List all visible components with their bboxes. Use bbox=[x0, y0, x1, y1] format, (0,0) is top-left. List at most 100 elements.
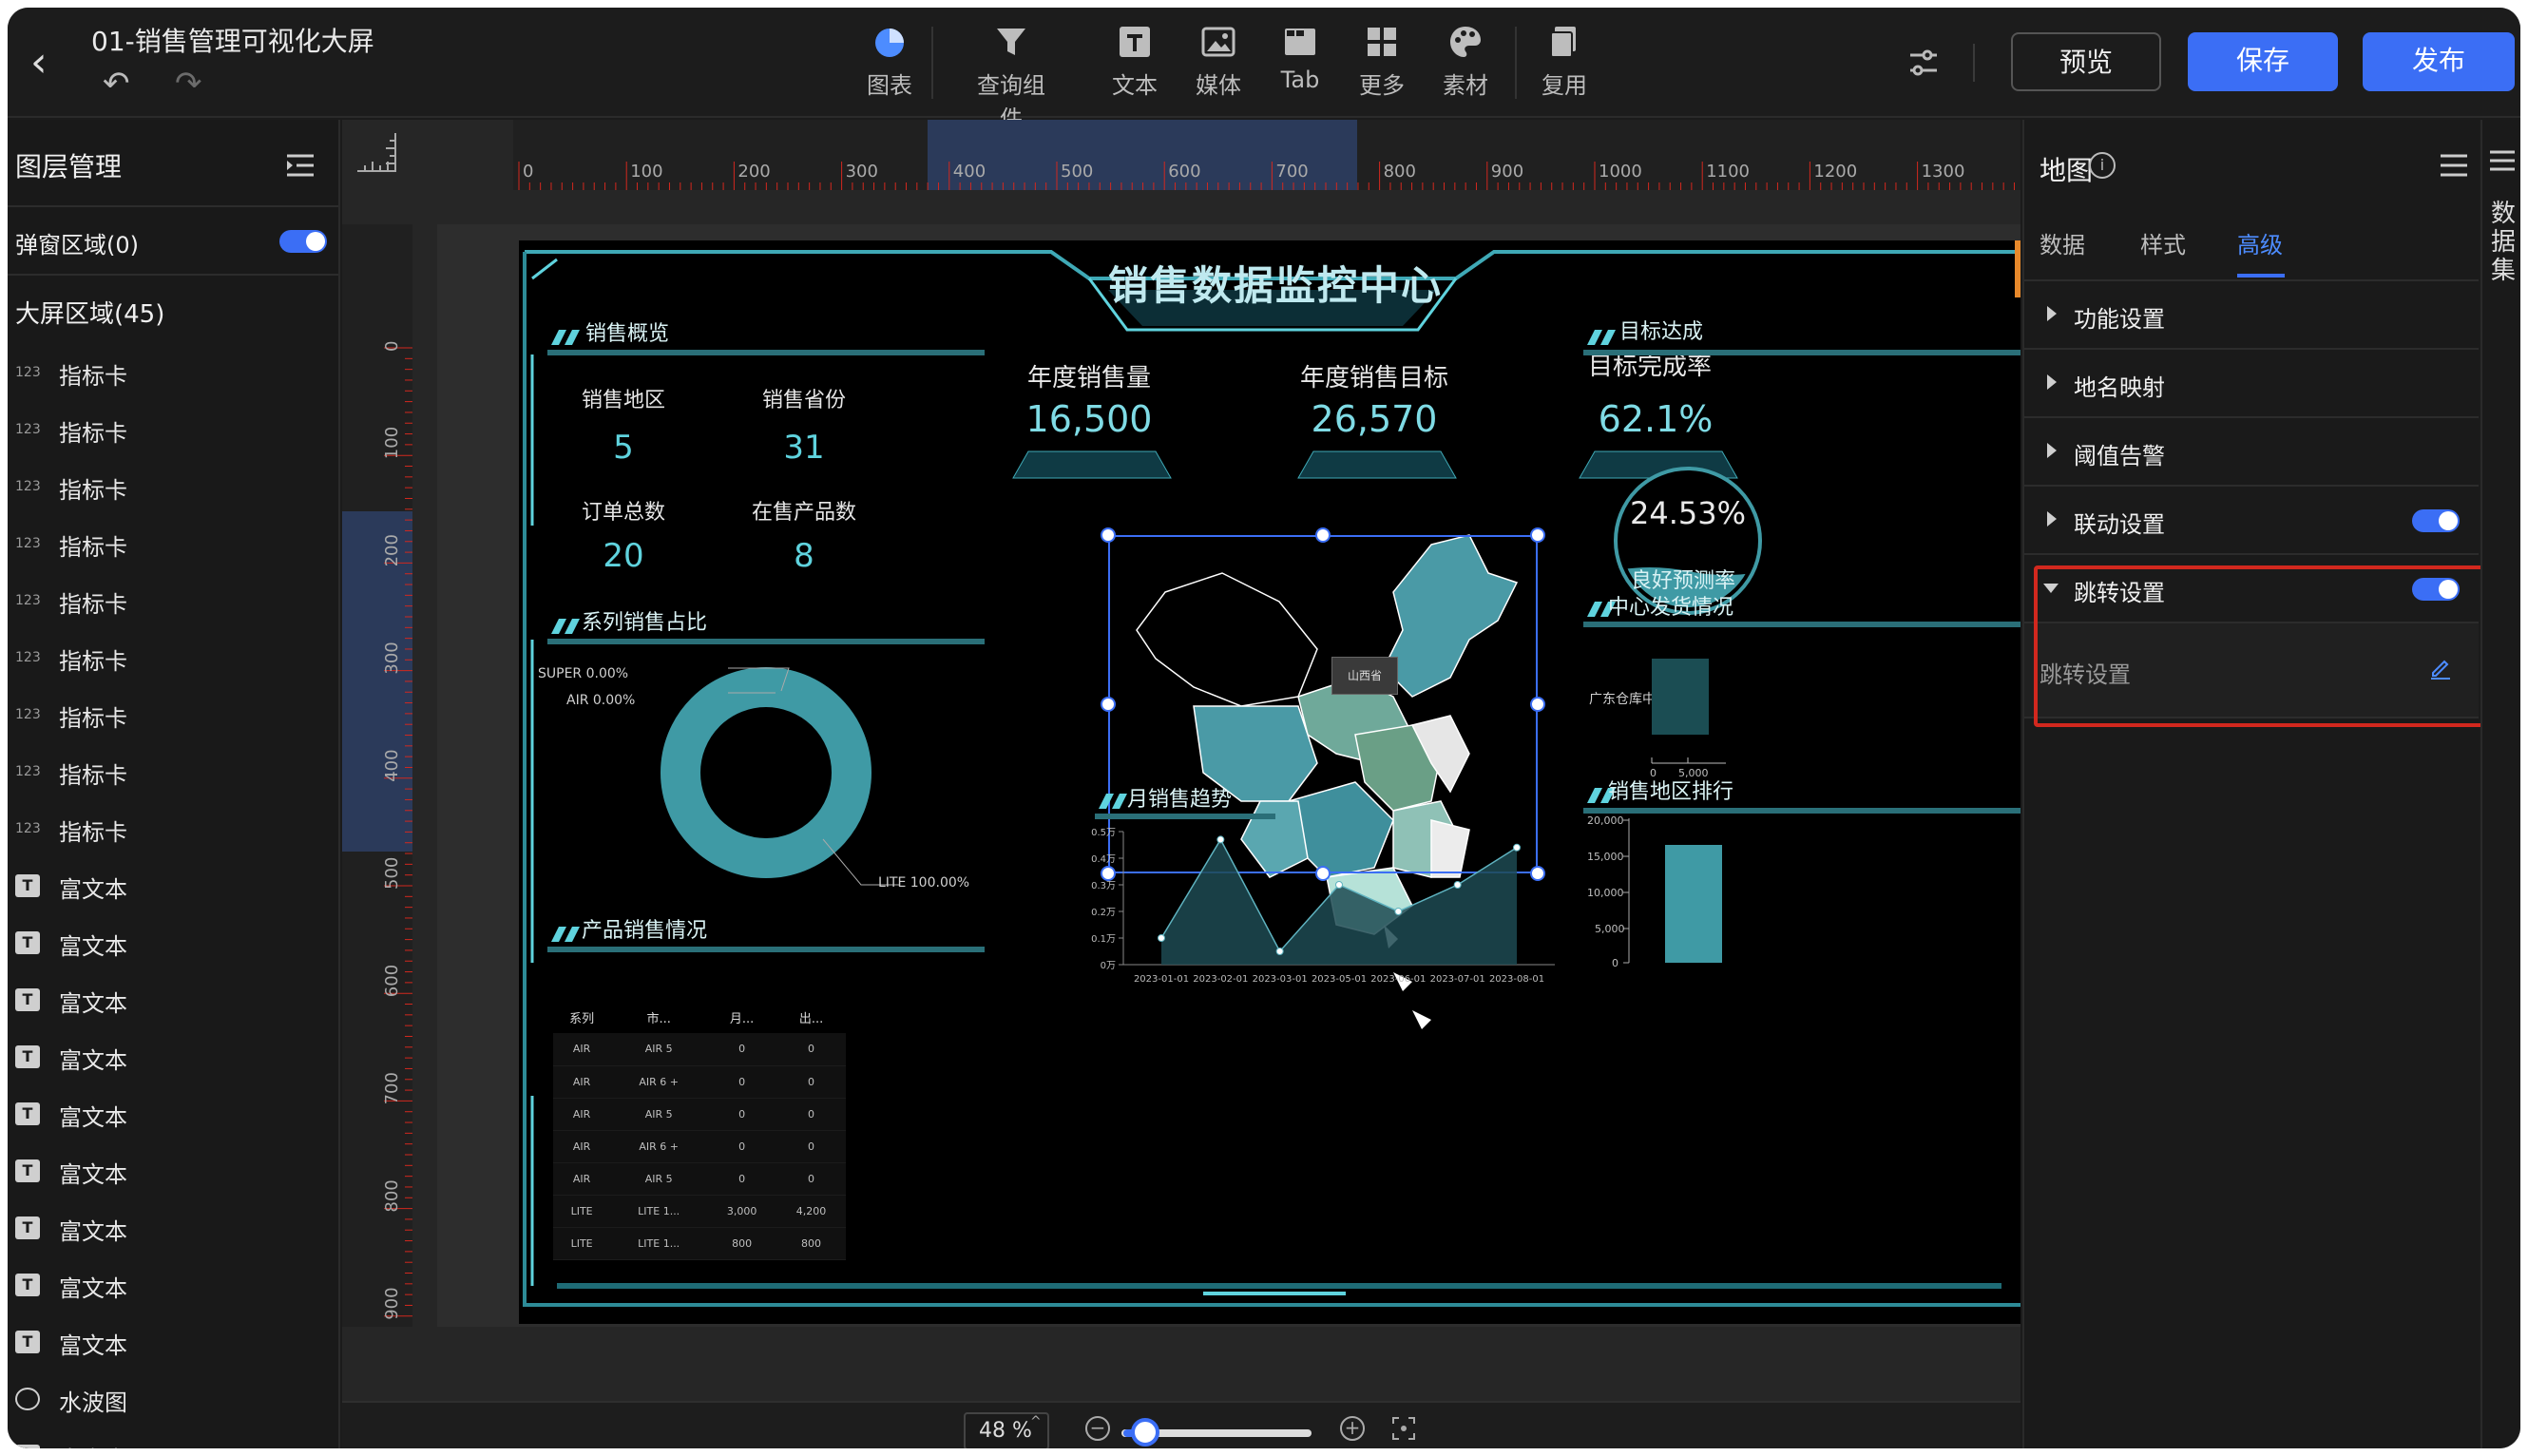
series-share-title: 系列销售占比 bbox=[582, 611, 708, 635]
y-axis-tick-label: 0.3万 bbox=[1091, 881, 1116, 891]
tool-query[interactable]: 查询组件 bbox=[967, 21, 1055, 132]
layer-item[interactable]: T 富文本 bbox=[8, 1028, 338, 1085]
section-linkage-settings[interactable]: 联动设置 bbox=[2024, 487, 2479, 555]
tool-more[interactable]: 更多 bbox=[1338, 21, 1426, 106]
publish-button[interactable]: 发布 bbox=[2363, 32, 2515, 91]
layer-item[interactable]: 123 指标卡 bbox=[8, 572, 338, 629]
toolbar-divider bbox=[1515, 27, 1517, 99]
resize-handle[interactable] bbox=[1530, 697, 1545, 712]
layer-item[interactable]: T 富文本 bbox=[8, 857, 338, 914]
dataset-tab[interactable]: 数据集 bbox=[2490, 200, 2517, 285]
trend-point[interactable] bbox=[1453, 881, 1462, 889]
table-header-cell[interactable]: 市... bbox=[610, 1001, 707, 1033]
layer-item[interactable]: T 富文本 bbox=[8, 1142, 338, 1199]
layer-item[interactable]: 123 指标卡 bbox=[8, 686, 338, 743]
table-row[interactable]: LITE LITE 1... 3,000 4,200 bbox=[553, 1195, 846, 1228]
layer-item[interactable]: T 富文本 bbox=[8, 1085, 338, 1142]
trend-point[interactable] bbox=[1513, 843, 1521, 852]
layer-item-label: 指标卡 bbox=[59, 762, 127, 789]
section-place-name-mapping[interactable]: 地名映射 bbox=[2024, 350, 2479, 418]
table-row[interactable]: AIR AIR 6 +0 0 bbox=[553, 1130, 846, 1163]
settings-sliders-icon[interactable] bbox=[1905, 44, 1943, 82]
tool-tab[interactable]: Tab bbox=[1256, 21, 1344, 106]
x-axis-tick-label: 2023-03-01 bbox=[1253, 974, 1308, 985]
overview-value: 5 bbox=[613, 429, 634, 467]
trend-point[interactable] bbox=[1158, 934, 1165, 942]
zoom-in-icon[interactable]: + bbox=[1340, 1416, 1365, 1441]
layer-item[interactable]: T 富文本 bbox=[8, 1427, 338, 1448]
property-panel-header: 地图 i bbox=[2024, 120, 2479, 203]
fit-screen-icon[interactable] bbox=[1391, 1416, 1416, 1441]
tool-media[interactable]: 媒体 bbox=[1175, 21, 1262, 106]
tool-chart[interactable]: 图表 bbox=[846, 21, 933, 106]
resize-handle[interactable] bbox=[1530, 527, 1545, 543]
layer-item[interactable]: T 富文本 bbox=[8, 971, 338, 1028]
tab-style[interactable]: 样式 bbox=[2140, 226, 2186, 259]
layer-item[interactable]: T 富文本 bbox=[8, 1313, 338, 1370]
layer-item[interactable]: T 富文本 bbox=[8, 914, 338, 971]
zoom-up-icon[interactable]: ^ bbox=[1030, 1414, 1049, 1429]
tool-label: 文本 bbox=[1112, 72, 1158, 99]
table-header-cell[interactable]: 出... bbox=[776, 1001, 846, 1033]
tool-text[interactable]: 文本 bbox=[1091, 21, 1178, 106]
tab-data[interactable]: 数据 bbox=[2040, 226, 2085, 259]
section-threshold-alert[interactable]: 阈值告警 bbox=[2024, 418, 2479, 487]
table-row[interactable]: AIR AIR 500 bbox=[553, 1033, 846, 1066]
canvas-area[interactable]: 0 100 200 300 400 500 600 700 800 900 1000 1100 1200… bbox=[342, 120, 2020, 1448]
undo-icon[interactable]: ↶ bbox=[103, 65, 130, 103]
table-header-cell[interactable]: 系列 bbox=[553, 1001, 610, 1033]
section-function-settings[interactable]: 功能设置 bbox=[2024, 281, 2479, 350]
tab-advanced[interactable]: 高级 bbox=[2237, 226, 2283, 259]
tool-material[interactable]: 素材 bbox=[1422, 21, 1509, 106]
redo-icon[interactable]: ↷ bbox=[175, 65, 202, 103]
dashboard-screen[interactable]: 销售数据监控中心 销售概览 销售地区 5 销售省份 31 订单总数 20 在售产… bbox=[519, 240, 2020, 1324]
menu-icon[interactable] bbox=[2439, 152, 2469, 179]
donut-label: LITE 100.00% bbox=[878, 875, 970, 891]
collapse-panel-icon[interactable] bbox=[285, 152, 316, 179]
tool-label: 媒体 bbox=[1196, 72, 1241, 99]
layer-item[interactable]: 123 指标卡 bbox=[8, 743, 338, 800]
table-header-cell[interactable]: 月... bbox=[707, 1001, 776, 1033]
table-row[interactable]: AIR AIR 500 bbox=[553, 1162, 846, 1196]
trend-point[interactable] bbox=[1335, 881, 1343, 889]
save-button[interactable]: 保存 bbox=[2188, 32, 2338, 91]
layer-item[interactable]: 123 指标卡 bbox=[8, 344, 338, 401]
info-icon[interactable]: i bbox=[2089, 152, 2116, 179]
ruler-corner-icon[interactable] bbox=[354, 129, 399, 175]
back-icon[interactable]: ‹ bbox=[30, 40, 68, 86]
layer-item[interactable]: 水波图 bbox=[8, 1370, 338, 1427]
layer-item[interactable]: T 富文本 bbox=[8, 1256, 338, 1313]
rank-bar bbox=[1665, 845, 1722, 963]
layer-item[interactable]: 123 指标卡 bbox=[8, 800, 338, 857]
preview-button[interactable]: 预览 bbox=[2011, 32, 2161, 91]
table-cell: AIR 6 + bbox=[610, 1065, 708, 1099]
resize-handle[interactable] bbox=[1101, 697, 1116, 712]
layer-item[interactable]: 123 指标卡 bbox=[8, 458, 338, 515]
monthly-trend-chart[interactable]: 0.5万 0.4万 0.3万 0.2万 0.1万 0万 2023-01-01 2023-02-… bbox=[1080, 820, 1574, 991]
ship-bar bbox=[1652, 659, 1709, 735]
popup-area-toggle[interactable] bbox=[279, 230, 327, 253]
table-cell: 0 bbox=[707, 1130, 777, 1163]
zoom-slider-thumb[interactable] bbox=[1131, 1418, 1159, 1446]
table-row[interactable]: AIR AIR 500 bbox=[553, 1098, 846, 1131]
table-cell: 0 bbox=[707, 1162, 777, 1196]
trend-point[interactable] bbox=[1216, 835, 1225, 844]
table-row[interactable]: AIR AIR 6 +0 0 bbox=[553, 1065, 846, 1099]
layer-item[interactable]: 123 指标卡 bbox=[8, 515, 338, 572]
popup-area-row[interactable]: 弹窗区域(0) bbox=[8, 207, 338, 276]
screen-area-row[interactable]: 大屏区域(45) bbox=[8, 276, 338, 344]
layer-item[interactable]: 123 指标卡 bbox=[8, 629, 338, 686]
tool-reuse[interactable]: 复用 bbox=[1521, 21, 1608, 106]
table-cell: 0 bbox=[776, 1065, 846, 1099]
resize-handle[interactable] bbox=[1315, 527, 1331, 543]
menu-icon[interactable] bbox=[2488, 148, 2517, 173]
layer-item[interactable]: 123 指标卡 bbox=[8, 401, 338, 458]
resize-handle[interactable] bbox=[1101, 527, 1116, 543]
layer-item[interactable]: T 富文本 bbox=[8, 1199, 338, 1256]
linkage-toggle[interactable] bbox=[2412, 509, 2460, 532]
trend-point[interactable] bbox=[1394, 908, 1403, 915]
trend-point[interactable] bbox=[1275, 948, 1284, 955]
table-row[interactable]: LITE LITE 1... 800 800 bbox=[553, 1227, 846, 1260]
horizontal-ruler: 0 100 200 300 400 500 600 700 800 900 1000 1100 1200… bbox=[513, 120, 2020, 190]
zoom-out-icon[interactable]: − bbox=[1085, 1416, 1110, 1441]
